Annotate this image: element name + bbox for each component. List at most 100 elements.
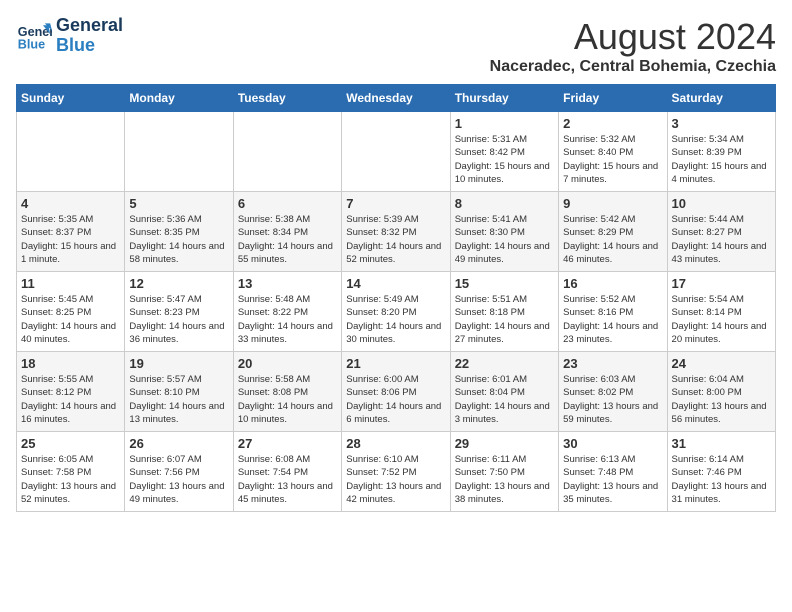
- day-info: Sunrise: 6:11 AM Sunset: 7:50 PM Dayligh…: [455, 453, 554, 506]
- day-info: Sunrise: 5:42 AM Sunset: 8:29 PM Dayligh…: [563, 213, 662, 266]
- day-number: 23: [563, 356, 662, 371]
- calendar-cell: 12 Sunrise: 5:47 AM Sunset: 8:23 PM Dayli…: [125, 272, 233, 352]
- day-number: 16: [563, 276, 662, 291]
- day-number: 15: [455, 276, 554, 291]
- day-number: 4: [21, 196, 120, 211]
- calendar-cell: 20 Sunrise: 5:58 AM Sunset: 8:08 PM Dayli…: [233, 352, 341, 432]
- week-row-2: 4 Sunrise: 5:35 AM Sunset: 8:37 PM Daylig…: [17, 192, 776, 272]
- week-row-5: 25Sunrise: 6:05 AM Sunset: 7:58 PM Dayli…: [17, 432, 776, 512]
- day-number: 28: [346, 436, 445, 451]
- day-info: Sunrise: 5:58 AM Sunset: 8:08 PM Dayligh…: [238, 373, 337, 426]
- day-info: Sunrise: 5:52 AM Sunset: 8:16 PM Dayligh…: [563, 293, 662, 346]
- calendar-cell: 17Sunrise: 5:54 AM Sunset: 8:14 PM Dayli…: [667, 272, 775, 352]
- day-info: Sunrise: 5:44 AM Sunset: 8:27 PM Dayligh…: [672, 213, 771, 266]
- calendar-cell: 19Sunrise: 5:57 AM Sunset: 8:10 PM Dayli…: [125, 352, 233, 432]
- day-number: 13: [238, 276, 337, 291]
- day-info: Sunrise: 5:55 AM Sunset: 8:12 PM Dayligh…: [21, 373, 120, 426]
- calendar-cell: 28 Sunrise: 6:10 AM Sunset: 7:52 PM Dayli…: [342, 432, 450, 512]
- day-info: Sunrise: 5:38 AM Sunset: 8:34 PM Dayligh…: [238, 213, 337, 266]
- calendar-cell: 21 Sunrise: 6:00 AM Sunset: 8:06 PM Dayli…: [342, 352, 450, 432]
- day-number: 27: [238, 436, 337, 451]
- day-number: 24: [672, 356, 771, 371]
- calendar-cell: 18 Sunrise: 5:55 AM Sunset: 8:12 PM Dayli…: [17, 352, 125, 432]
- calendar-cell: 30 Sunrise: 6:13 AM Sunset: 7:48 PM Dayli…: [559, 432, 667, 512]
- day-info: Sunrise: 6:00 AM Sunset: 8:06 PM Dayligh…: [346, 373, 445, 426]
- calendar-cell: 3Sunrise: 5:34 AM Sunset: 8:39 PM Daylig…: [667, 112, 775, 192]
- calendar-cell: 4 Sunrise: 5:35 AM Sunset: 8:37 PM Daylig…: [17, 192, 125, 272]
- day-number: 11: [21, 276, 120, 291]
- header-day-wednesday: Wednesday: [342, 85, 450, 112]
- day-info: Sunrise: 5:35 AM Sunset: 8:37 PM Dayligh…: [21, 213, 120, 266]
- header-day-tuesday: Tuesday: [233, 85, 341, 112]
- calendar-cell: [233, 112, 341, 192]
- calendar-cell: 24 Sunrise: 6:04 AM Sunset: 8:00 PM Dayli…: [667, 352, 775, 432]
- calendar-cell: 7 Sunrise: 5:39 AM Sunset: 8:32 PM Daylig…: [342, 192, 450, 272]
- calendar-cell: 31 Sunrise: 6:14 AM Sunset: 7:46 PM Dayli…: [667, 432, 775, 512]
- day-info: Sunrise: 5:31 AM Sunset: 8:42 PM Dayligh…: [455, 133, 554, 186]
- calendar-cell: 9 Sunrise: 5:42 AM Sunset: 8:29 PM Daylig…: [559, 192, 667, 272]
- header-day-thursday: Thursday: [450, 85, 558, 112]
- week-row-4: 18 Sunrise: 5:55 AM Sunset: 8:12 PM Dayli…: [17, 352, 776, 432]
- calendar-cell: 25Sunrise: 6:05 AM Sunset: 7:58 PM Dayli…: [17, 432, 125, 512]
- svg-text:Blue: Blue: [18, 37, 45, 51]
- day-number: 14: [346, 276, 445, 291]
- day-number: 20: [238, 356, 337, 371]
- day-info: Sunrise: 5:48 AM Sunset: 8:22 PM Dayligh…: [238, 293, 337, 346]
- day-number: 18: [21, 356, 120, 371]
- header-day-friday: Friday: [559, 85, 667, 112]
- day-info: Sunrise: 5:47 AM Sunset: 8:23 PM Dayligh…: [129, 293, 228, 346]
- calendar-cell: 8 Sunrise: 5:41 AM Sunset: 8:30 PM Daylig…: [450, 192, 558, 272]
- calendar-cell: 15Sunrise: 5:51 AM Sunset: 8:18 PM Dayli…: [450, 272, 558, 352]
- day-number: 10: [672, 196, 771, 211]
- header: General Blue General Blue August 2024 Na…: [16, 16, 776, 76]
- day-number: 7: [346, 196, 445, 211]
- calendar-cell: 1 Sunrise: 5:31 AM Sunset: 8:42 PM Daylig…: [450, 112, 558, 192]
- calendar-cell: [17, 112, 125, 192]
- calendar-cell: 29Sunrise: 6:11 AM Sunset: 7:50 PM Dayli…: [450, 432, 558, 512]
- day-number: 25: [21, 436, 120, 451]
- calendar-cell: [125, 112, 233, 192]
- day-number: 17: [672, 276, 771, 291]
- day-info: Sunrise: 5:49 AM Sunset: 8:20 PM Dayligh…: [346, 293, 445, 346]
- calendar-cell: 5Sunrise: 5:36 AM Sunset: 8:35 PM Daylig…: [125, 192, 233, 272]
- day-number: 26: [129, 436, 228, 451]
- logo-text: General Blue: [56, 16, 123, 56]
- calendar-table: SundayMondayTuesdayWednesdayThursdayFrid…: [16, 84, 776, 512]
- calendar-cell: 2Sunrise: 5:32 AM Sunset: 8:40 PM Daylig…: [559, 112, 667, 192]
- header-row: SundayMondayTuesdayWednesdayThursdayFrid…: [17, 85, 776, 112]
- calendar-cell: [342, 112, 450, 192]
- day-info: Sunrise: 6:01 AM Sunset: 8:04 PM Dayligh…: [455, 373, 554, 426]
- day-number: 3: [672, 116, 771, 131]
- week-row-1: 1 Sunrise: 5:31 AM Sunset: 8:42 PM Daylig…: [17, 112, 776, 192]
- day-info: Sunrise: 5:41 AM Sunset: 8:30 PM Dayligh…: [455, 213, 554, 266]
- day-info: Sunrise: 5:57 AM Sunset: 8:10 PM Dayligh…: [129, 373, 228, 426]
- logo: General Blue General Blue: [16, 16, 123, 56]
- day-info: Sunrise: 5:39 AM Sunset: 8:32 PM Dayligh…: [346, 213, 445, 266]
- day-info: Sunrise: 6:10 AM Sunset: 7:52 PM Dayligh…: [346, 453, 445, 506]
- day-number: 12: [129, 276, 228, 291]
- day-info: Sunrise: 6:14 AM Sunset: 7:46 PM Dayligh…: [672, 453, 771, 506]
- calendar-cell: 11Sunrise: 5:45 AM Sunset: 8:25 PM Dayli…: [17, 272, 125, 352]
- week-row-3: 11Sunrise: 5:45 AM Sunset: 8:25 PM Dayli…: [17, 272, 776, 352]
- day-info: Sunrise: 6:13 AM Sunset: 7:48 PM Dayligh…: [563, 453, 662, 506]
- calendar-cell: 26Sunrise: 6:07 AM Sunset: 7:56 PM Dayli…: [125, 432, 233, 512]
- day-number: 9: [563, 196, 662, 211]
- day-number: 31: [672, 436, 771, 451]
- month-title: August 2024: [490, 16, 776, 58]
- day-number: 22: [455, 356, 554, 371]
- day-number: 21: [346, 356, 445, 371]
- day-number: 1: [455, 116, 554, 131]
- day-info: Sunrise: 6:03 AM Sunset: 8:02 PM Dayligh…: [563, 373, 662, 426]
- header-day-saturday: Saturday: [667, 85, 775, 112]
- day-number: 8: [455, 196, 554, 211]
- day-number: 6: [238, 196, 337, 211]
- day-info: Sunrise: 6:04 AM Sunset: 8:00 PM Dayligh…: [672, 373, 771, 426]
- location-title: Naceradec, Central Bohemia, Czechia: [490, 58, 776, 76]
- calendar-cell: 23 Sunrise: 6:03 AM Sunset: 8:02 PM Dayli…: [559, 352, 667, 432]
- day-number: 2: [563, 116, 662, 131]
- day-number: 30: [563, 436, 662, 451]
- calendar-cell: 13 Sunrise: 5:48 AM Sunset: 8:22 PM Dayli…: [233, 272, 341, 352]
- calendar-cell: 22 Sunrise: 6:01 AM Sunset: 8:04 PM Dayli…: [450, 352, 558, 432]
- day-info: Sunrise: 5:36 AM Sunset: 8:35 PM Dayligh…: [129, 213, 228, 266]
- header-day-sunday: Sunday: [17, 85, 125, 112]
